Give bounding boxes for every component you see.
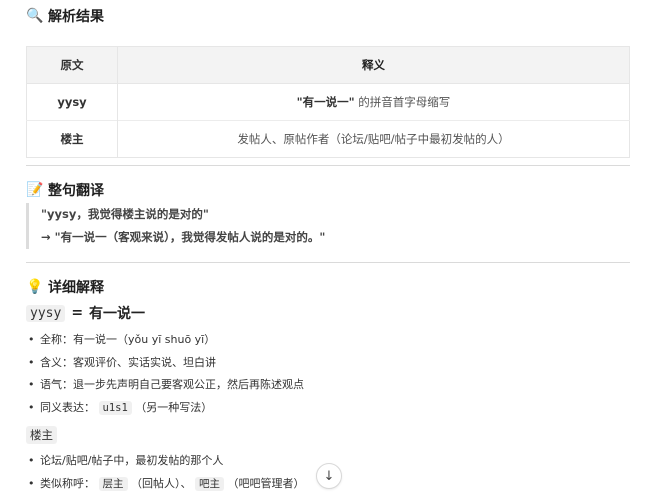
magnifier-icon: 🔍 bbox=[26, 8, 44, 24]
synonym-suffix: （另一种写法） bbox=[135, 400, 213, 414]
synonym-code: u1s1 bbox=[98, 400, 132, 415]
louzhu-term: 楼主 bbox=[26, 426, 57, 444]
louzhu-details-list: 论坛/贴吧/帖子中，最初发帖的那个人 类似称呼： 层主 （回帖人）、 吧主 （吧… bbox=[26, 450, 305, 496]
divider bbox=[26, 262, 630, 263]
similar-code-bazhu: 吧主 bbox=[195, 476, 224, 491]
analysis-table: 原文 释义 yysy "有一说一" 的拼音首字母缩写 楼主 发帖人、原帖作者（论… bbox=[26, 46, 630, 158]
column-header-meaning: 释义 bbox=[117, 46, 630, 84]
yysy-details-list: 全称：有一说一（yǒu yī shuō yī） 含义：客观评价、实话实说、坦白讲… bbox=[26, 329, 304, 419]
similar-code-cengzhu: 层主 bbox=[98, 476, 128, 491]
yysy-term-heading: yysy = 有一说一 bbox=[26, 303, 145, 323]
detail-heading: 💡 详细解释 bbox=[26, 277, 104, 297]
table-header-row: 原文 释义 bbox=[26, 46, 630, 84]
yysy-meaning: 有一说一 bbox=[89, 306, 146, 322]
list-item: 含义：客观评价、实话实说、坦白讲 bbox=[28, 352, 304, 375]
detail-title: 详细解释 bbox=[48, 280, 104, 296]
list-item: 语气：退一步先声明自己要客观公正，然后再陈述观点 bbox=[28, 374, 304, 397]
list-item: 类似称呼： 层主 （回帖人）、 吧主 （吧吧管理者） bbox=[28, 473, 305, 496]
equals-sign: = bbox=[71, 305, 84, 321]
scroll-to-bottom-button[interactable]: ↓ bbox=[316, 463, 342, 489]
quote-translation: → "有一说一（客观来说），我觉得发帖人说的是对的。" bbox=[41, 230, 326, 244]
table-cell-meaning: 发帖人、原帖作者（论坛/贴吧/帖子中最初发帖的人） bbox=[117, 120, 630, 158]
list-item: 全称：有一说一（yǒu yī shuō yī） bbox=[28, 329, 304, 352]
similar-mid: （回帖人）、 bbox=[131, 476, 192, 490]
memo-icon: 📝 bbox=[26, 182, 44, 198]
lightbulb-icon: 💡 bbox=[26, 279, 44, 295]
list-item: 同义表达： u1s1 （另一种写法） bbox=[28, 397, 304, 420]
table-cell-term: yysy bbox=[26, 83, 118, 121]
table-cell-term: 楼主 bbox=[26, 120, 118, 158]
divider bbox=[26, 165, 630, 166]
list-item: 论坛/贴吧/帖子中，最初发帖的那个人 bbox=[28, 450, 305, 473]
yysy-code: yysy bbox=[26, 304, 66, 322]
translation-blockquote: "yysy，我觉得楼主说的是对的" → "有一说一（客观来说），我觉得发帖人说的… bbox=[26, 203, 645, 249]
column-header-source: 原文 bbox=[26, 46, 118, 84]
quote-original: "yysy，我觉得楼主说的是对的" bbox=[41, 207, 209, 221]
arrow-down-icon: ↓ bbox=[323, 468, 335, 484]
similar-suffix: （吧吧管理者） bbox=[227, 476, 305, 490]
analysis-title: 解析结果 bbox=[48, 9, 104, 25]
similar-prefix: 类似称呼： bbox=[40, 476, 95, 490]
translation-title: 整句翻译 bbox=[48, 183, 104, 199]
meaning-rest: 的拼音首字母缩写 bbox=[354, 95, 451, 109]
table-row: yysy "有一说一" 的拼音首字母缩写 bbox=[26, 83, 630, 121]
meaning-bold: "有一说一" bbox=[296, 95, 355, 109]
table-row: 楼主 发帖人、原帖作者（论坛/贴吧/帖子中最初发帖的人） bbox=[26, 120, 630, 158]
analysis-heading: 🔍 解析结果 bbox=[26, 6, 104, 26]
meaning-rest: 发帖人、原帖作者（论坛/贴吧/帖子中最初发帖的人） bbox=[237, 132, 510, 146]
synonym-prefix: 同义表达： bbox=[40, 400, 95, 414]
translation-heading: 📝 整句翻译 bbox=[26, 180, 104, 200]
table-cell-meaning: "有一说一" 的拼音首字母缩写 bbox=[117, 83, 630, 121]
